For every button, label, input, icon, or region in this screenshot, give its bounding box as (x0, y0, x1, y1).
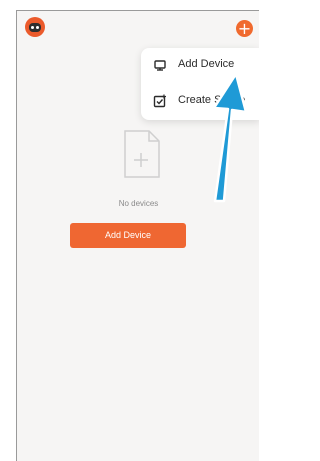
empty-document-icon (121, 129, 161, 179)
menu-item-add-device[interactable]: Add Device (141, 48, 259, 84)
add-device-icon (152, 57, 168, 73)
robot-face-icon (29, 23, 41, 32)
avatar[interactable] (25, 17, 45, 37)
empty-state-text: No devices (118, 199, 159, 208)
menu-item-label: Create Scene (178, 94, 246, 106)
app-screen: + Add Device Create Scene No devices Add… (16, 10, 259, 461)
add-menu: Add Device Create Scene (141, 48, 259, 120)
add-device-button[interactable]: Add Device (70, 223, 186, 248)
menu-item-label: Add Device (178, 58, 235, 70)
add-icon[interactable]: + (236, 20, 253, 37)
create-scene-icon (152, 93, 168, 109)
menu-item-create-scene[interactable]: Create Scene (141, 84, 259, 120)
